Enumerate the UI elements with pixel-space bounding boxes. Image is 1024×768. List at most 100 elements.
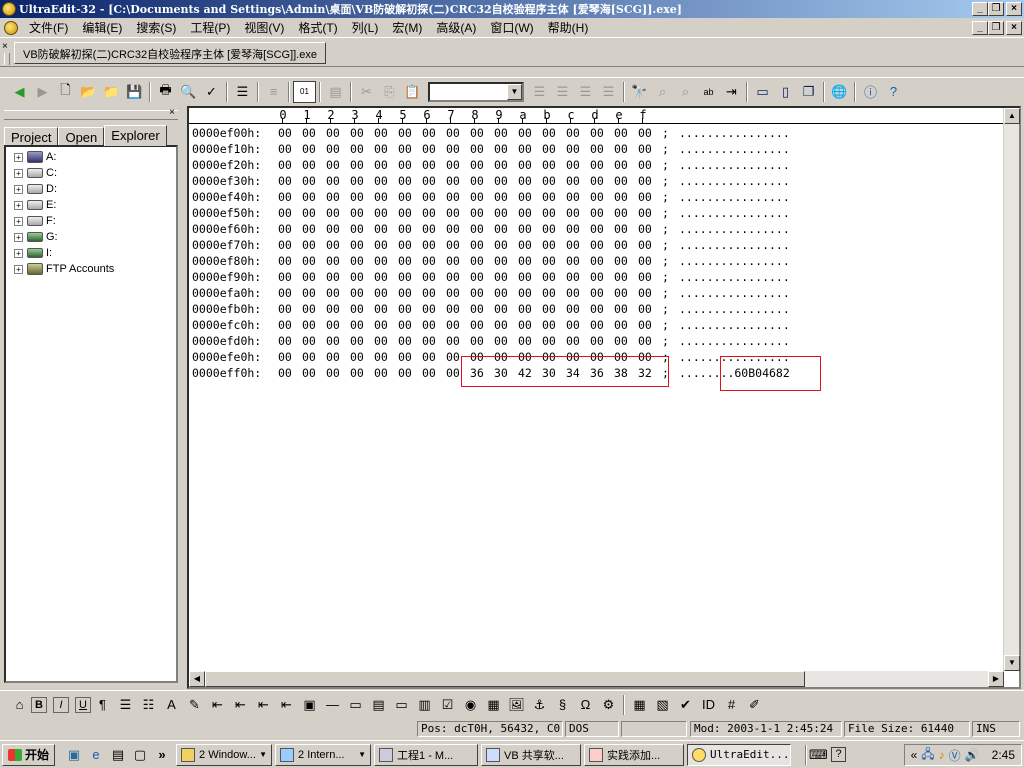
hex-byte[interactable]: 00	[470, 141, 484, 157]
document-icon[interactable]	[4, 20, 18, 35]
anchor-text-icon[interactable]: A	[160, 694, 183, 716]
hex-byte[interactable]: 00	[590, 157, 604, 173]
save-icon[interactable]: 💾	[123, 81, 146, 103]
paste-icon[interactable]: 📋	[401, 81, 424, 103]
radio-icon[interactable]: ◉	[459, 694, 482, 716]
hex-byte[interactable]: 00	[398, 333, 412, 349]
hex-byte[interactable]: 00	[614, 141, 628, 157]
tab-strip-close-icon[interactable]: ×	[2, 41, 8, 52]
split-horizontal-icon[interactable]: ▭	[751, 81, 774, 103]
hex-byte[interactable]: 00	[302, 301, 316, 317]
hex-byte[interactable]: 00	[350, 317, 364, 333]
find-icon[interactable]: 🔭	[628, 81, 651, 103]
hex-byte[interactable]: 00	[446, 317, 460, 333]
hex-byte[interactable]: 00	[494, 285, 508, 301]
hex-row[interactable]: 0000ef60h: 00 00 00 00 00 00 00 00 00 00 00 00 00 00 00…	[192, 221, 1007, 237]
hex-byte[interactable]: 00	[590, 253, 604, 269]
hex-byte[interactable]: 00	[494, 269, 508, 285]
hex-byte[interactable]: 00	[302, 205, 316, 221]
hex-byte[interactable]: 00	[638, 157, 652, 173]
expand-icon[interactable]: +	[14, 200, 23, 210]
hex-byte[interactable]: 00	[566, 285, 580, 301]
hex-byte[interactable]: 00	[350, 333, 364, 349]
cut-icon[interactable]: ✂	[355, 81, 378, 103]
hex-byte[interactable]: 00	[278, 301, 292, 317]
hex-ascii[interactable]: ................	[679, 301, 790, 317]
hex-byte[interactable]: 00	[590, 333, 604, 349]
hex-byte[interactable]: 00	[374, 125, 388, 141]
hex-byte[interactable]: 00	[398, 157, 412, 173]
hex-byte[interactable]: 00	[446, 173, 460, 189]
hex-byte[interactable]: 00	[398, 141, 412, 157]
document-icon[interactable]: ☰	[231, 81, 254, 103]
hex-byte[interactable]: 00	[374, 157, 388, 173]
hex-row[interactable]: 0000efc0h: 00 00 00 00 00 00 00 00 00 00 00 00 00 00 00…	[192, 317, 1007, 333]
document-tab[interactable]: VB防破解初探(二)CRC32自校验程序主体 [爱琴海[SCG]].exe	[14, 42, 326, 64]
hex-byte[interactable]: 00	[422, 285, 436, 301]
hex-ascii[interactable]: ................	[679, 173, 790, 189]
expand-icon[interactable]: +	[14, 184, 23, 194]
validate-icon[interactable]: ✔	[674, 694, 697, 716]
close-button[interactable]: ×	[1006, 2, 1022, 16]
text-field-icon[interactable]: ▭	[344, 694, 367, 716]
hex-byte[interactable]: 00	[350, 269, 364, 285]
hex-byte[interactable]: 00	[422, 333, 436, 349]
copy-icon[interactable]: ⎘	[378, 81, 401, 103]
hex-byte[interactable]: 00	[494, 189, 508, 205]
hex-row[interactable]: 0000efb0h: 00 00 00 00 00 00 00 00 00 00 00 00 00 00 00…	[192, 301, 1007, 317]
frame-icon[interactable]: ▦	[482, 694, 505, 716]
hex-byte[interactable]: 00	[614, 269, 628, 285]
hex-mode-icon[interactable]: 01	[293, 80, 316, 103]
tree-item-f[interactable]: + F:	[6, 213, 176, 229]
hex-byte[interactable]: 00	[326, 253, 340, 269]
hex-byte[interactable]: 00	[350, 301, 364, 317]
hex-byte[interactable]: 00	[446, 157, 460, 173]
underline-icon[interactable]: U	[75, 696, 91, 713]
hex-byte[interactable]: 00	[278, 253, 292, 269]
hex-byte[interactable]: 00	[374, 317, 388, 333]
hex-byte[interactable]: 00	[470, 189, 484, 205]
hex-byte[interactable]: 00	[302, 333, 316, 349]
hex-byte[interactable]: 00	[590, 141, 604, 157]
hex-byte[interactable]: 00	[422, 253, 436, 269]
tray-app-icon[interactable]: ♪	[939, 748, 945, 762]
hex-byte[interactable]: 00	[614, 285, 628, 301]
link-icon[interactable]: ✎	[183, 694, 206, 716]
hex-byte[interactable]: 00	[566, 269, 580, 285]
keyboard-icon[interactable]: ⌨	[809, 746, 828, 764]
hex-byte[interactable]: 00	[374, 301, 388, 317]
tray-speaker-icon[interactable]: 🔊	[965, 748, 980, 762]
heading4-icon[interactable]: ⇤	[275, 694, 298, 716]
hex-byte[interactable]: 00	[470, 301, 484, 317]
hex-byte[interactable]: 00	[518, 269, 532, 285]
hex-byte[interactable]: 00	[566, 157, 580, 173]
hex-byte[interactable]: 00	[590, 285, 604, 301]
expand-icon[interactable]: +	[14, 216, 23, 226]
internet-explorer-icon[interactable]: e	[87, 746, 105, 764]
hex-byte[interactable]: 00	[566, 173, 580, 189]
hex-row[interactable]: 0000ef30h: 00 00 00 00 00 00 00 00 00 00 00 00 00 00 00…	[192, 173, 1007, 189]
menu-search[interactable]: 搜索(S)	[129, 19, 183, 36]
hex-byte[interactable]: 00	[326, 317, 340, 333]
hex-byte[interactable]: 00	[302, 365, 316, 381]
hex-byte[interactable]: 00	[542, 317, 556, 333]
hex-byte[interactable]: 00	[518, 189, 532, 205]
form-icon[interactable]: ▣	[298, 694, 321, 716]
expand-icon[interactable]: +	[14, 152, 23, 162]
hex-ascii[interactable]: ................	[679, 205, 790, 221]
hex-byte[interactable]: 00	[566, 141, 580, 157]
hex-byte[interactable]: 00	[638, 285, 652, 301]
hex-row[interactable]: 0000ef40h: 00 00 00 00 00 00 00 00 00 00 00 00 00 00 00…	[192, 189, 1007, 205]
hex-byte[interactable]: 00	[518, 301, 532, 317]
hex-ascii[interactable]: ................	[679, 189, 790, 205]
hex-editor[interactable]: 0123456789abcdef 0000ef00h: 00 00 00 00 00 00 0…	[187, 106, 1021, 689]
menu-view[interactable]: 视图(V)	[237, 19, 291, 36]
hex-byte[interactable]: 00	[614, 173, 628, 189]
hex-byte[interactable]: 00	[278, 157, 292, 173]
task-internet-explorer[interactable]: 2 Intern... ▼	[275, 743, 372, 766]
expand-icon[interactable]: +	[14, 264, 23, 274]
hex-byte[interactable]: 00	[614, 237, 628, 253]
hex-byte[interactable]: 00	[566, 189, 580, 205]
hex-byte[interactable]: 00	[638, 301, 652, 317]
hex-byte[interactable]: 00	[302, 141, 316, 157]
